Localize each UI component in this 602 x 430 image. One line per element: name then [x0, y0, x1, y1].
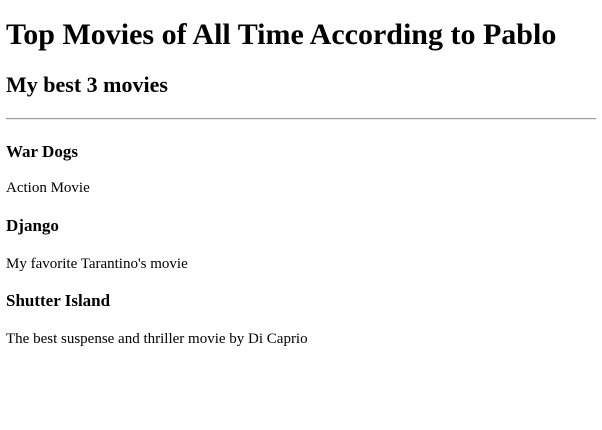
movie-title: Shutter Island: [6, 291, 111, 310]
movie-description: Action Movie: [6, 180, 90, 196]
movie-title: War Dogs: [6, 142, 78, 161]
movie-description: My favorite Tarantino's movie: [6, 256, 188, 272]
movie-description: The best suspense and thriller movie by …: [6, 331, 308, 347]
movie-item: War Dogs Action Movie: [6, 120, 596, 197]
page-content: Top Movies of All Time According to Pabl…: [0, 0, 602, 348]
page-subtitle: My best 3 movies: [6, 72, 168, 97]
page-title: Top Movies of All Time According to Pabl…: [6, 18, 557, 51]
movie-item: Django My favorite Tarantino's movie: [6, 197, 596, 273]
movie-item: Shutter Island The best suspense and thr…: [6, 273, 596, 348]
movie-title: Django: [6, 216, 59, 235]
